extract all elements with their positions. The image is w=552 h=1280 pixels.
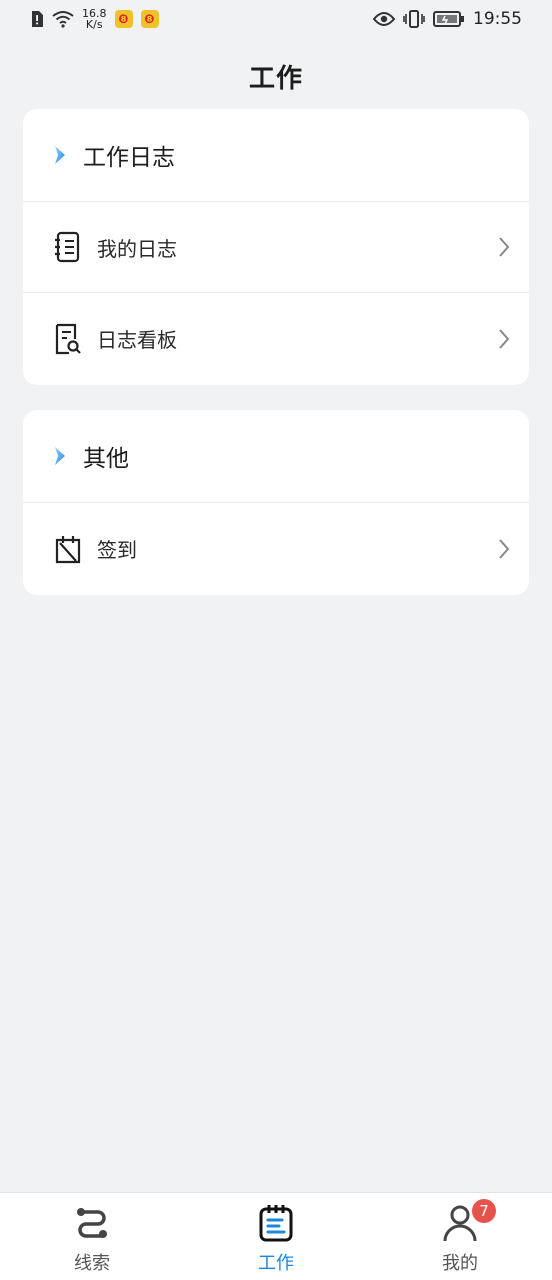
chevron-right-icon [499,237,510,257]
status-bar: 16.8 K/s ❽ ❽ 19:55 [0,0,552,38]
sim-alert-icon [32,11,43,27]
bottom-tab-bar: 线索 工作 我的 7 [0,1192,552,1280]
page-title: 工作 [248,64,303,94]
status-time: 19:55 [473,9,522,29]
tab-work[interactable]: 工作 [216,1193,336,1280]
section-header: 工作日志 [23,109,529,202]
status-left: 16.8 K/s ❽ ❽ [30,8,159,30]
row-label: 签到 [97,538,137,562]
notification-app-icon: ❽ [114,10,133,28]
chevron-accent-icon [55,146,65,164]
calendar-checkin-icon [53,533,83,565]
wifi-icon [52,11,74,28]
row-label: 我的日志 [97,236,177,261]
notification-badge: 7 [472,1199,496,1223]
notification-app-glyph: ❽ [118,12,129,26]
section-title: 工作日志 [83,145,175,171]
document-search-icon [53,323,83,355]
tab-label: 我的 [442,1253,478,1274]
vibrate-icon [403,10,425,28]
row-label: 日志看板 [97,328,177,352]
row-check-in[interactable]: 签到 [23,503,529,594]
work-screen: 16.8 K/s ❽ ❽ 19:55 工作 工作日志 我的日志 日志看板 其他 … [0,0,552,1280]
tab-label: 线索 [74,1253,110,1274]
section-header: 其他 [23,410,529,503]
section-other: 其他 签到 [23,410,529,595]
status-right: 19:55 [373,9,522,29]
tab-mine[interactable]: 我的 7 [400,1193,520,1280]
journal-icon [53,231,83,263]
section-work-log: 工作日志 我的日志 日志看板 [23,109,529,385]
chevron-right-icon [499,328,510,349]
notification-app-glyph: ❽ [144,12,155,26]
notification-app-icon: ❽ [140,10,159,28]
route-icon [77,1208,107,1238]
chevron-right-icon [499,538,510,559]
tab-clues[interactable]: 线索 [32,1193,152,1280]
network-speed: 16.8 K/s [82,8,107,30]
row-log-board[interactable]: 日志看板 [23,293,529,384]
row-my-log[interactable]: 我的日志 [23,202,529,293]
tab-label: 工作 [258,1253,294,1274]
work-notebook-icon [259,1205,293,1242]
eye-icon [373,12,395,26]
section-title: 其他 [83,446,129,472]
chevron-accent-icon [55,447,65,465]
network-speed-unit: K/s [85,18,103,31]
battery-icon [433,11,464,27]
